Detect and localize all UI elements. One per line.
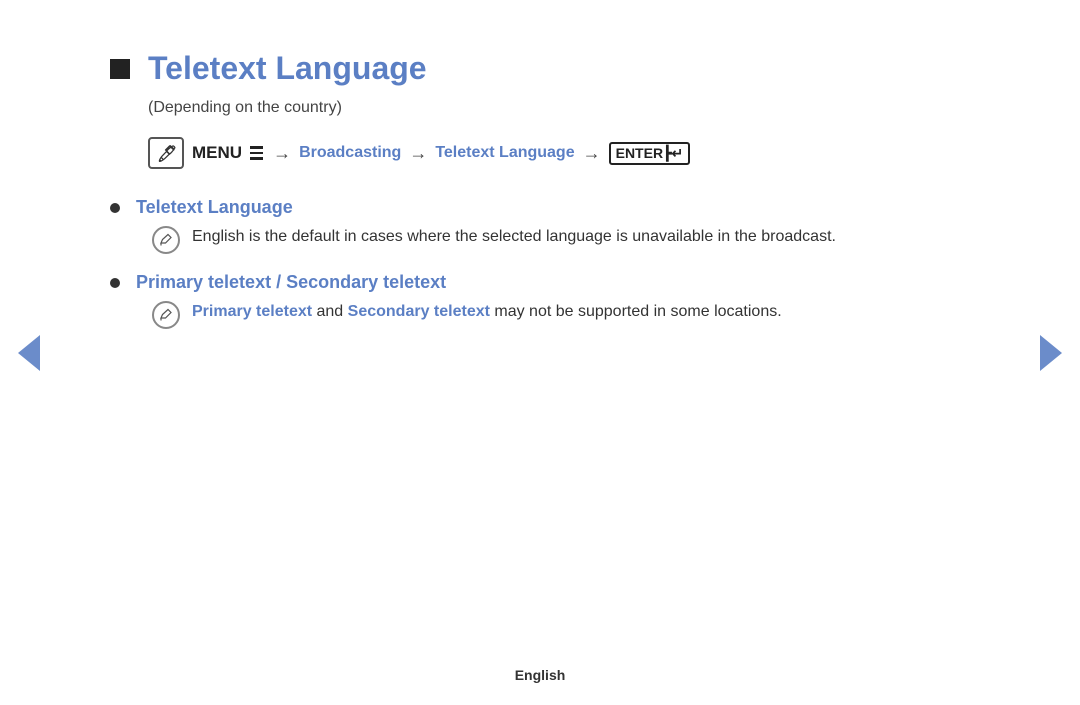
note-text-1: English is the default in cases where th… (192, 224, 836, 250)
title-square-icon (110, 59, 130, 79)
bullet-label-1: Teletext Language (136, 197, 293, 218)
note-icon-1 (152, 226, 180, 254)
enter-icon: ENTER┣↵ (609, 142, 691, 165)
note-primary-teletext: Primary teletext (192, 303, 312, 320)
bullet-label-2: Primary teletext / Secondary teletext (136, 272, 446, 293)
note-item-2: Primary teletext and Secondary teletext … (152, 299, 1000, 329)
arrow-sep-3: → (583, 143, 601, 164)
menu-label: MENU (192, 143, 242, 163)
subtitle: (Depending on the country) (148, 99, 1000, 117)
menu-bars-icon (250, 146, 263, 160)
note-secondary-teletext: Secondary teletext (348, 303, 490, 320)
bullet-section-1: Teletext Language English is the default… (110, 197, 1000, 254)
note-text-2: Primary teletext and Secondary teletext … (192, 299, 782, 325)
page-title: Teletext Language (148, 50, 427, 87)
footer-language: English (515, 667, 566, 683)
title-row: Teletext Language (110, 50, 1000, 87)
menu-path: 🖊 MENU → Broadcasting → Teletext Languag… (148, 137, 1000, 169)
path-broadcasting: Broadcasting (299, 144, 401, 162)
nav-right-button[interactable] (1040, 335, 1062, 371)
bullet-item-1: Teletext Language (110, 197, 1000, 218)
note-and: and (312, 303, 348, 320)
note-icon-2 (152, 301, 180, 329)
path-teletext-language: Teletext Language (435, 144, 574, 162)
arrow-sep-1: → (273, 143, 291, 164)
bullet-dot-1 (110, 203, 120, 213)
bullet-section-2: Primary teletext / Secondary teletext Pr… (110, 272, 1000, 329)
bullet-dot-2 (110, 278, 120, 288)
page-container: Teletext Language (Depending on the coun… (0, 0, 1080, 705)
main-content: Teletext Language (Depending on the coun… (110, 50, 1000, 329)
menu-icon: 🖊 (148, 137, 184, 169)
enter-label: ENTER (616, 145, 663, 161)
svg-text:🖊: 🖊 (157, 145, 177, 163)
arrow-sep-2: → (409, 143, 427, 164)
bullet-item-2: Primary teletext / Secondary teletext (110, 272, 1000, 293)
nav-left-button[interactable] (18, 335, 40, 371)
note-suffix: may not be supported in some locations. (490, 303, 782, 320)
note-item-1: English is the default in cases where th… (152, 224, 1000, 254)
